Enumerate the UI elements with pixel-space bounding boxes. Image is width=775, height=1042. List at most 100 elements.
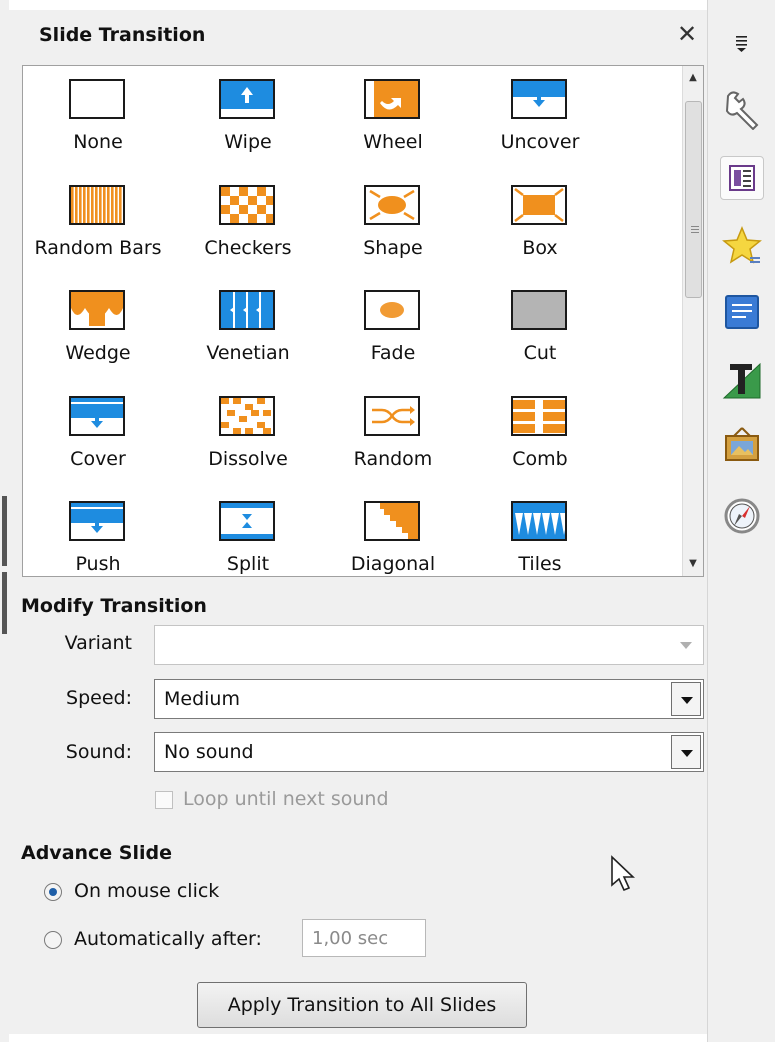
transition-label: Tiles	[518, 553, 562, 575]
transition-uncover[interactable]: Uncover	[465, 71, 615, 171]
scroll-up-icon[interactable]: ▲	[683, 68, 703, 88]
modify-transition-heading: Modify Transition	[21, 595, 207, 617]
transition-wheel-icon	[364, 79, 420, 119]
transition-gallery: None Wipe Wheel Uncover Random Bars Checkers S…	[22, 65, 704, 577]
transition-fade-icon	[364, 290, 420, 330]
transition-label: Uncover	[500, 131, 580, 153]
speed-value: Medium	[164, 688, 240, 710]
slide-transition-panel: Slide Transition ✕ None Wipe Wheel Uncover R…	[9, 10, 707, 1034]
transition-label: None	[73, 131, 123, 153]
navigator-icon[interactable]	[720, 494, 764, 538]
transition-split[interactable]: Split	[173, 493, 323, 576]
transition-label: Shape	[363, 237, 423, 259]
sound-label: Sound:	[65, 741, 132, 763]
transition-label: Split	[226, 553, 270, 575]
panel-header: Slide Transition ✕	[9, 10, 707, 60]
advance-slide-heading: Advance Slide	[21, 842, 172, 864]
transition-cut[interactable]: Cut	[465, 282, 615, 382]
on-mouse-click-label: On mouse click	[74, 880, 220, 902]
transition-wipe-icon	[219, 79, 275, 119]
scroll-down-icon[interactable]: ▼	[683, 554, 703, 574]
loop-checkbox[interactable]	[155, 791, 173, 809]
transition-push[interactable]: Push	[23, 493, 173, 576]
mouse-pointer-icon	[610, 855, 640, 895]
transition-random[interactable]: Random	[318, 388, 468, 488]
transition-random-bars[interactable]: Random Bars	[23, 177, 173, 277]
splitter-handle[interactable]	[2, 496, 7, 566]
auto-time-input[interactable]: 1,00 sec	[302, 919, 426, 957]
on-mouse-click-radio[interactable]	[44, 883, 62, 901]
transition-none-icon	[69, 79, 125, 119]
transition-label: Venetian	[206, 342, 290, 364]
transition-label: Checkers	[204, 237, 292, 259]
transition-label: Diagonal	[350, 553, 436, 575]
transition-label: Dissolve	[208, 448, 288, 470]
apply-to-all-slides-button[interactable]: Apply Transition to All Slides	[197, 982, 527, 1028]
transition-cover[interactable]: Cover	[23, 388, 173, 488]
transition-uncover-icon	[511, 79, 567, 119]
close-icon[interactable]: ✕	[673, 20, 701, 48]
sound-dropdown[interactable]: No sound	[154, 732, 704, 772]
transition-label: Random	[353, 448, 433, 470]
scroll-thumb[interactable]	[685, 101, 702, 298]
transition-checkers[interactable]: Checkers	[173, 177, 323, 277]
master-slides-icon[interactable]	[720, 290, 764, 334]
transition-label: Random Bars	[34, 237, 162, 259]
sidebar-deck	[707, 0, 775, 1042]
animation-star-icon[interactable]	[720, 224, 764, 268]
transition-wedge-icon	[69, 290, 125, 330]
transition-comb-icon	[511, 396, 567, 436]
transition-venetian-icon	[219, 290, 275, 330]
transition-label: Cut	[523, 342, 557, 364]
transition-shape-icon	[364, 185, 420, 225]
chevron-down-icon[interactable]	[671, 682, 701, 716]
sidebar-menu-icon[interactable]	[720, 20, 764, 64]
transition-box-icon	[511, 185, 567, 225]
transition-label: Wheel	[363, 131, 423, 153]
transition-dissolve[interactable]: Dissolve	[173, 388, 323, 488]
transition-tiles-icon	[511, 501, 567, 541]
automatically-after-label: Automatically after:	[74, 928, 262, 950]
transition-label: Cover	[70, 448, 126, 470]
transition-wheel[interactable]: Wheel	[318, 71, 468, 171]
transition-cover-icon	[69, 396, 125, 436]
transition-label: Push	[75, 553, 121, 575]
transition-wipe[interactable]: Wipe	[173, 71, 323, 171]
transition-box[interactable]: Box	[465, 177, 615, 277]
gallery-scrollbar[interactable]: ▲ ▼	[682, 66, 703, 576]
transition-wedge[interactable]: Wedge	[23, 282, 173, 382]
transition-push-icon	[69, 501, 125, 541]
variant-dropdown[interactable]	[154, 625, 704, 665]
automatically-after-radio[interactable]	[44, 931, 62, 949]
variant-label: Variant	[64, 632, 132, 654]
transition-label: Comb	[512, 448, 568, 470]
chevron-down-icon[interactable]	[671, 735, 701, 769]
transition-label: Wipe	[224, 131, 272, 153]
transition-none[interactable]: None	[23, 71, 173, 171]
gallery-icon[interactable]	[720, 424, 764, 468]
styles-icon[interactable]	[720, 358, 764, 402]
transition-diagonal[interactable]: Diagonal	[318, 493, 468, 576]
chevron-down-icon[interactable]	[671, 628, 701, 662]
properties-wrench-icon[interactable]	[720, 86, 764, 131]
transition-cut-icon	[511, 290, 567, 330]
panel-title: Slide Transition	[39, 24, 206, 46]
transition-fade[interactable]: Fade	[318, 282, 468, 382]
transition-dissolve-icon	[219, 396, 275, 436]
transition-checkers-icon	[219, 185, 275, 225]
speed-dropdown[interactable]: Medium	[154, 679, 704, 719]
sound-value: No sound	[164, 741, 254, 763]
transition-label: Fade	[370, 342, 416, 364]
auto-time-value: 1,00 sec	[312, 928, 389, 949]
transition-tiles[interactable]: Tiles	[465, 493, 615, 576]
transition-venetian[interactable]: Venetian	[173, 282, 323, 382]
transition-label: Wedge	[65, 342, 131, 364]
transition-comb[interactable]: Comb	[465, 388, 615, 488]
transition-diagonal-icon	[364, 501, 420, 541]
slide-transition-icon[interactable]	[720, 156, 764, 200]
speed-label: Speed:	[66, 687, 132, 709]
loop-label: Loop until next sound	[183, 788, 389, 810]
transition-shape[interactable]: Shape	[318, 177, 468, 277]
splitter-handle[interactable]	[2, 572, 7, 634]
transition-random-icon	[364, 396, 420, 436]
